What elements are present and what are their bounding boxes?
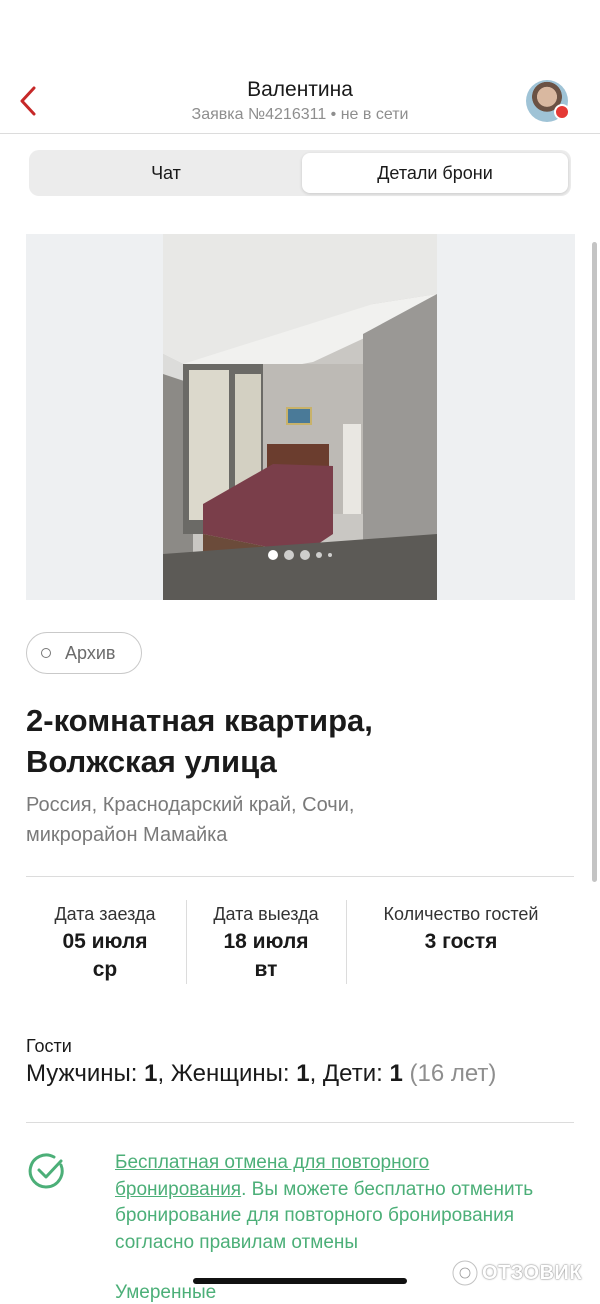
tab-chat[interactable]: Чат xyxy=(32,153,300,193)
pagination-dot[interactable] xyxy=(300,549,310,560)
address-line: Россия, Краснодарский край, Сочи, xyxy=(26,794,355,816)
check-circle-icon xyxy=(28,1153,64,1189)
stat-separator xyxy=(346,900,347,984)
check-out-date-value: 18 июля xyxy=(223,930,309,953)
offline-status-dot xyxy=(554,104,570,120)
host-name: Валентина xyxy=(247,78,353,101)
status-badge-label: Архив xyxy=(65,643,116,663)
tab-booking-details[interactable]: Детали брони xyxy=(302,153,568,193)
address-line: микрорайон Мамайка xyxy=(26,824,228,846)
pagination-dot[interactable] xyxy=(284,549,294,560)
kids-age: (16 лет) xyxy=(402,1060,497,1087)
otzovik-watermark: ОТЗОВИК xyxy=(450,1256,590,1290)
check-in-date-value: 05 июля xyxy=(62,930,148,953)
free-cancellation-link-line: бронирования xyxy=(115,1178,242,1200)
gallery-pagination xyxy=(163,546,437,564)
apartment-photo[interactable] xyxy=(163,234,437,600)
check-out-label: Дата выезда xyxy=(213,904,319,924)
next-policy-item: Умеренные xyxy=(115,1282,217,1303)
pagination-dot[interactable] xyxy=(328,552,332,557)
avatar[interactable] xyxy=(526,80,570,122)
otzovik-logo-icon xyxy=(451,1259,479,1287)
women-label: , Женщины: xyxy=(157,1060,297,1087)
listing-address: Россия, Краснодарский край, Сочи, микрор… xyxy=(26,790,566,850)
guest-count: Количество гостей 3 гостя xyxy=(348,902,574,956)
listing-title-line: 2-комнатная квартира, xyxy=(26,703,373,738)
request-status: Заявка №4216311 • не в сети xyxy=(191,106,409,123)
divider xyxy=(26,876,574,877)
men-label: Мужчины: xyxy=(26,1060,145,1087)
archive-circle-icon xyxy=(41,648,51,658)
home-indicator[interactable] xyxy=(193,1278,407,1284)
check-in-weekday: ср xyxy=(92,958,118,981)
stat-separator xyxy=(186,900,187,984)
photo-gallery[interactable] xyxy=(26,234,575,600)
listing-title-line: Волжская улица xyxy=(26,744,277,779)
check-in-value: 05 июля ср xyxy=(26,928,184,984)
guest-count-number: 3 гостя xyxy=(424,930,498,953)
kids-label: , Дети: xyxy=(309,1060,390,1087)
guest-count-value: 3 гостя xyxy=(348,928,574,956)
chat-header: Валентина Заявка №4216311 • не в сети xyxy=(0,0,600,134)
listing-title: 2-комнатная квартира, Волжская улица xyxy=(26,700,566,782)
check-in-date: Дата заезда 05 июля ср xyxy=(26,902,184,984)
cancellation-policy: Бесплатная отмена для повторного брониров… xyxy=(115,1150,575,1256)
segmented-control: Чат Детали брони xyxy=(29,150,571,196)
scrollbar[interactable] xyxy=(592,242,597,882)
guest-count-label: Количество гостей xyxy=(383,904,539,924)
watermark-text: ОТЗОВИК xyxy=(482,1262,583,1284)
check-out-weekday: вт xyxy=(254,958,278,981)
men-count: 1 xyxy=(144,1060,158,1087)
check-in-label: Дата заезда xyxy=(54,904,156,924)
check-out-date: Дата выезда 18 июля вт xyxy=(188,902,344,984)
guests-breakdown: Мужчины: 1, Женщины: 1, Дети: 1 (16 лет) xyxy=(26,1060,496,1088)
pagination-dot[interactable] xyxy=(316,551,322,558)
kids-count: 1 xyxy=(389,1060,403,1087)
status-badge: Архив xyxy=(26,632,142,674)
guests-label: Гости xyxy=(26,1036,72,1056)
divider xyxy=(26,1122,574,1123)
pagination-dot[interactable] xyxy=(268,549,278,560)
free-cancellation-link-line: Бесплатная отмена для повторного xyxy=(115,1152,430,1173)
check-out-value: 18 июля вт xyxy=(188,928,344,984)
women-count: 1 xyxy=(296,1060,310,1087)
